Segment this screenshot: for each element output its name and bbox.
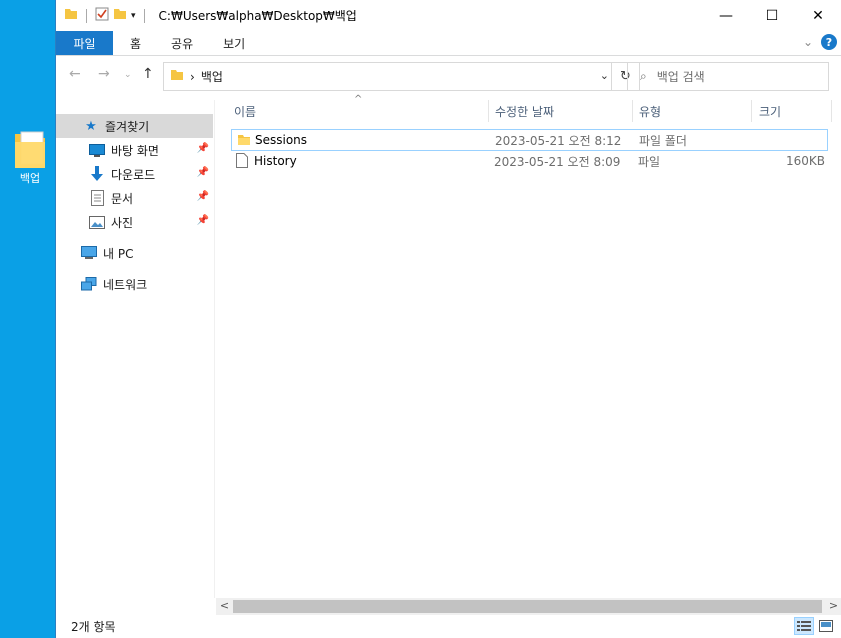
- breadcrumb: › 백업: [170, 68, 223, 85]
- desktop: 백업: [0, 0, 55, 638]
- window-title: C:₩Users₩alpha₩Desktop₩백업: [158, 9, 357, 23]
- network-icon: [81, 276, 97, 292]
- table-row[interactable]: Sessions 2023-05-21 오전 8:12 파일 폴더: [231, 129, 828, 151]
- file-name: History: [254, 154, 297, 168]
- nav-label: 네트워크: [103, 277, 148, 292]
- table-row[interactable]: History 2023-05-21 오전 8:09 파일 160KB: [231, 150, 828, 172]
- customize-toolbar-icon[interactable]: ▾: [131, 11, 136, 21]
- column-header-name[interactable]: 이름: [234, 100, 256, 122]
- nav-item-quick-access[interactable]: ★ 즐겨찾기: [56, 114, 213, 138]
- scroll-right-button[interactable]: >: [825, 599, 841, 612]
- folder-icon: [64, 7, 78, 24]
- column-divider[interactable]: [632, 100, 633, 122]
- nav-label: 사진: [111, 215, 134, 230]
- nav-label: 내 PC: [103, 246, 134, 261]
- quick-access-toolbar: ▾: [64, 7, 149, 24]
- address-dropdown-icon[interactable]: ⌄: [600, 69, 609, 82]
- star-icon: ★: [85, 118, 97, 134]
- address-bar[interactable]: › 백업 ⌄ ↻: [163, 62, 640, 91]
- column-divider[interactable]: [831, 100, 832, 122]
- file-type: 파일: [638, 154, 661, 169]
- forward-button[interactable]: →: [98, 66, 110, 82]
- pin-icon[interactable]: 📌: [197, 215, 209, 226]
- file-list: ^ 이름 수정한 날짜 유형 크기 Sessions 2023-05-21 오전…: [216, 94, 841, 598]
- help-icon[interactable]: ?: [821, 34, 837, 50]
- properties-icon[interactable]: [95, 7, 109, 24]
- divider: [86, 8, 87, 23]
- desktop-folder-backup[interactable]: 백업: [8, 128, 52, 186]
- nav-item-desktop[interactable]: 바탕 화면 📌: [56, 138, 213, 162]
- back-button[interactable]: ←: [69, 66, 81, 82]
- column-header-modified[interactable]: 수정한 날짜: [495, 100, 554, 122]
- pictures-icon: [89, 214, 105, 230]
- horizontal-scrollbar[interactable]: < >: [216, 598, 841, 615]
- tab-share[interactable]: 공유: [156, 31, 208, 55]
- nav-item-this-pc[interactable]: 내 PC: [56, 241, 213, 265]
- close-button[interactable]: ✕: [795, 0, 841, 31]
- file-name: Sessions: [255, 133, 308, 147]
- pin-icon[interactable]: 📌: [197, 191, 209, 202]
- window-controls: — ☐ ✕: [703, 0, 841, 31]
- scroll-thumb[interactable]: [233, 600, 822, 613]
- item-count: 2개 항목: [71, 620, 116, 634]
- pin-icon[interactable]: 📌: [197, 143, 209, 154]
- navigation-pane: ★ 즐겨찾기 바탕 화면 📌 다운로드 📌 문서 📌 사진 📌 내 PC 네트워…: [56, 100, 215, 598]
- ribbon-tabs: 파일 홈 공유 보기 ⌄ ?: [56, 31, 841, 56]
- file-modified: 2023-05-21 오전 8:12: [495, 133, 622, 148]
- nav-label: 다운로드: [111, 167, 156, 182]
- nav-label: 즐겨찾기: [105, 119, 150, 134]
- tab-view[interactable]: 보기: [208, 31, 260, 55]
- tab-home[interactable]: 홈: [115, 31, 156, 55]
- file-size: 160KB: [785, 154, 825, 168]
- desktop-icon-label: 백업: [19, 172, 41, 185]
- minimize-button[interactable]: —: [703, 0, 749, 31]
- breadcrumb-separator[interactable]: ›: [190, 70, 195, 84]
- folder-icon: [237, 133, 251, 150]
- computer-icon: [81, 245, 97, 261]
- file-icon: [236, 153, 248, 171]
- search-icon: ⌕: [640, 69, 647, 83]
- explorer-window: ▾ C:₩Users₩alpha₩Desktop₩백업 — ☐ ✕ 파일 홈 공…: [55, 0, 841, 638]
- new-folder-icon[interactable]: [113, 7, 127, 24]
- file-modified: 2023-05-21 오전 8:09: [494, 154, 621, 169]
- sort-ascending-icon: ^: [354, 94, 363, 105]
- document-icon: [89, 190, 105, 206]
- details-view-button[interactable]: [794, 617, 814, 635]
- expand-ribbon-icon[interactable]: ⌄: [803, 35, 813, 49]
- large-icons-view-button[interactable]: [816, 617, 836, 635]
- nav-item-downloads[interactable]: 다운로드 📌: [56, 162, 213, 186]
- view-switcher: [794, 617, 836, 635]
- column-divider[interactable]: [488, 100, 489, 122]
- up-button[interactable]: ↑: [142, 66, 154, 82]
- folder-icon: [170, 68, 184, 85]
- title-bar: ▾ C:₩Users₩alpha₩Desktop₩백업 — ☐ ✕: [56, 0, 841, 31]
- scroll-left-button[interactable]: <: [216, 599, 233, 612]
- search-placeholder: 백업 검색: [656, 70, 705, 84]
- maximize-button[interactable]: ☐: [749, 0, 795, 31]
- folder-icon: [13, 128, 47, 168]
- status-bar: 2개 항목: [56, 615, 841, 638]
- desktop-icon: [89, 142, 105, 158]
- download-icon: [89, 166, 105, 182]
- breadcrumb-item-backup[interactable]: 백업: [201, 68, 223, 85]
- column-header-type[interactable]: 유형: [639, 100, 661, 122]
- nav-label: 바탕 화면: [111, 143, 159, 158]
- tab-file[interactable]: 파일: [56, 31, 113, 55]
- nav-item-documents[interactable]: 문서 📌: [56, 186, 213, 210]
- pin-icon[interactable]: 📌: [197, 167, 209, 178]
- ribbon-right: ⌄ ?: [803, 34, 837, 50]
- search-input[interactable]: ⌕ 백업 검색: [627, 62, 829, 91]
- column-header-size[interactable]: 크기: [759, 100, 781, 122]
- file-type: 파일 폴더: [639, 133, 687, 148]
- nav-item-pictures[interactable]: 사진 📌: [56, 210, 213, 234]
- recent-locations-button[interactable]: ⌄: [124, 70, 132, 80]
- column-divider[interactable]: [751, 100, 752, 122]
- nav-item-network[interactable]: 네트워크: [56, 272, 213, 296]
- nav-label: 문서: [111, 191, 134, 206]
- divider: [143, 8, 145, 23]
